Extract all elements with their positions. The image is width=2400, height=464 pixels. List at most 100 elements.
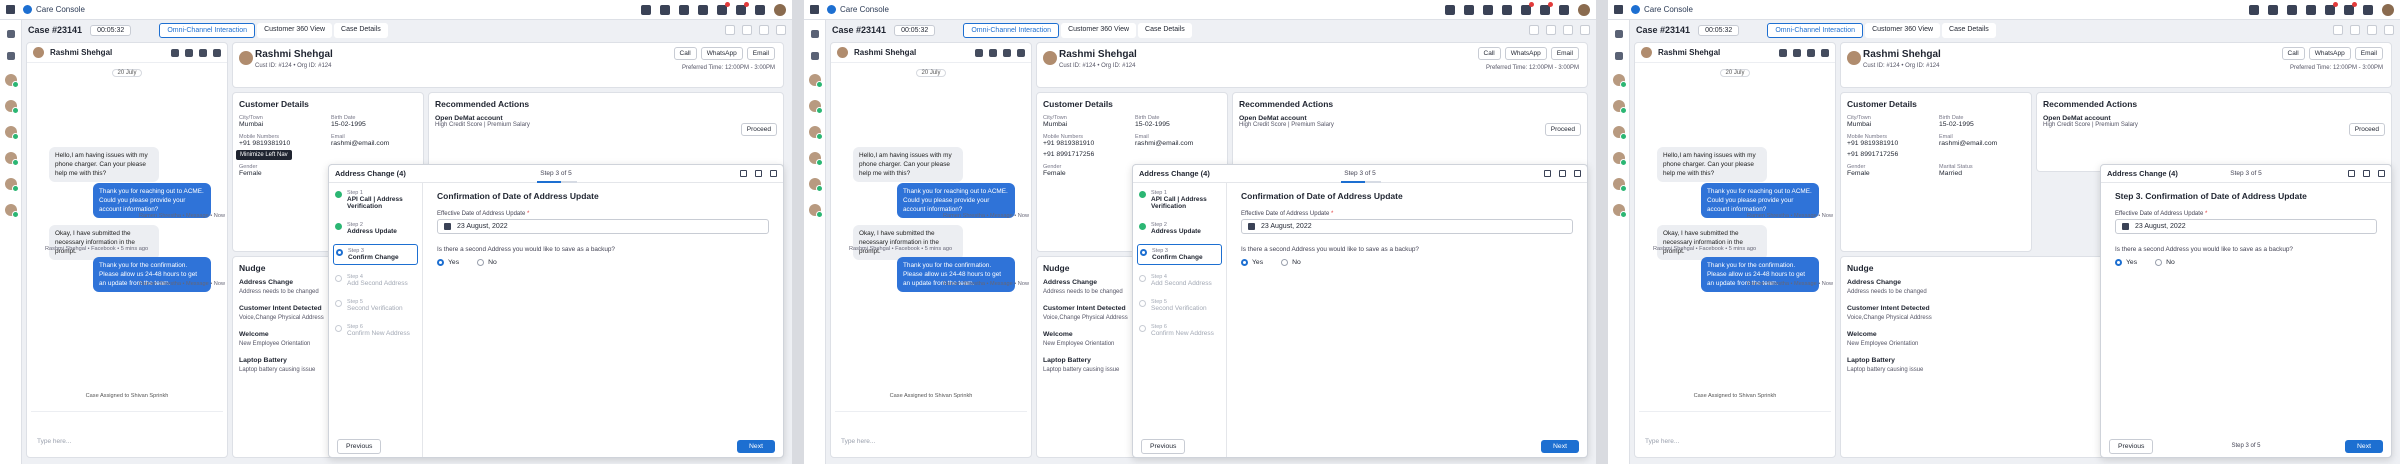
details-title[interactable]: Customer Details bbox=[1043, 99, 1221, 109]
queue-avatar[interactable] bbox=[808, 178, 823, 192]
search-icon[interactable] bbox=[1614, 52, 1623, 60]
step-item[interactable]: Step 4 Add Second Address bbox=[1137, 271, 1222, 290]
radio-yes[interactable]: Yes bbox=[1241, 259, 1263, 266]
chat-composer[interactable]: Type here... bbox=[1639, 411, 1831, 453]
transfer-icon[interactable] bbox=[725, 25, 735, 35]
refresh-icon[interactable] bbox=[759, 25, 769, 35]
tab-360[interactable]: Customer 360 View bbox=[257, 22, 333, 38]
calendar-icon[interactable] bbox=[679, 4, 689, 15]
queue-avatar[interactable] bbox=[808, 100, 823, 114]
next-button[interactable]: Next bbox=[737, 439, 775, 453]
apps-icon[interactable] bbox=[2268, 4, 2278, 15]
refresh-icon[interactable] bbox=[199, 48, 207, 57]
queue-avatar[interactable] bbox=[808, 204, 823, 218]
edit-icon[interactable] bbox=[1546, 25, 1556, 35]
alert-icon[interactable] bbox=[736, 1, 749, 15]
proceed-button[interactable]: Proceed bbox=[2348, 123, 2385, 136]
case-id[interactable]: Case #23141 bbox=[832, 25, 886, 35]
queue-avatar[interactable] bbox=[1612, 100, 1627, 114]
message-input[interactable]: Type here... bbox=[1645, 438, 1679, 445]
app-brand[interactable]: Care Console bbox=[1631, 5, 1693, 14]
call-button[interactable]: Call bbox=[2281, 47, 2305, 60]
search-icon[interactable] bbox=[6, 52, 15, 60]
refresh-icon[interactable] bbox=[2367, 25, 2377, 35]
modal-title[interactable]: Address Change (4) bbox=[2107, 169, 2178, 178]
next-button[interactable]: Next bbox=[1541, 439, 1579, 453]
tab-case-details[interactable]: Case Details bbox=[334, 22, 388, 38]
grid-icon[interactable] bbox=[6, 5, 15, 14]
edit-icon[interactable] bbox=[742, 25, 752, 35]
tab-360[interactable]: Customer 360 View bbox=[1865, 22, 1941, 38]
queue-avatar[interactable] bbox=[4, 126, 19, 140]
queue-avatar[interactable] bbox=[4, 178, 19, 192]
whatsapp-button[interactable]: WhatsApp bbox=[700, 47, 743, 60]
alert-icon[interactable] bbox=[1540, 1, 1553, 15]
more-icon[interactable] bbox=[1821, 48, 1829, 57]
phone-icon[interactable] bbox=[185, 48, 193, 57]
refresh-icon[interactable] bbox=[1807, 48, 1815, 57]
grid-icon[interactable] bbox=[810, 5, 819, 14]
radio-no[interactable]: No bbox=[1281, 259, 1301, 266]
email-button[interactable]: Email bbox=[746, 47, 775, 60]
proceed-button[interactable]: Proceed bbox=[740, 123, 777, 136]
tab-omni[interactable]: Omni-Channel Interaction bbox=[159, 22, 256, 38]
tab-case-details[interactable]: Case Details bbox=[1942, 22, 1996, 38]
grid-icon[interactable] bbox=[1614, 5, 1623, 14]
date-field[interactable]: 23 August, 2022 bbox=[437, 219, 769, 234]
expand-icon[interactable] bbox=[1544, 170, 1551, 177]
search-icon[interactable] bbox=[810, 52, 819, 60]
search-icon[interactable] bbox=[2249, 4, 2259, 15]
grid-icon[interactable] bbox=[1614, 30, 1623, 38]
app-brand[interactable]: Care Console bbox=[23, 5, 85, 14]
date-field[interactable]: 23 August, 2022 bbox=[1241, 219, 1573, 234]
settings-icon[interactable] bbox=[1559, 4, 1569, 15]
video-icon[interactable] bbox=[1779, 48, 1787, 57]
more-icon[interactable] bbox=[1580, 25, 1590, 35]
refresh-icon[interactable] bbox=[1003, 48, 1011, 57]
transfer-icon[interactable] bbox=[2333, 25, 2343, 35]
close-icon[interactable] bbox=[1574, 170, 1581, 177]
settings-icon[interactable] bbox=[2363, 4, 2373, 15]
chat-composer[interactable]: Type here... bbox=[31, 411, 223, 453]
phone-icon[interactable] bbox=[989, 48, 997, 57]
case-id[interactable]: Case #23141 bbox=[1636, 25, 1690, 35]
transfer-icon[interactable] bbox=[1529, 25, 1539, 35]
queue-avatar[interactable] bbox=[4, 152, 19, 166]
modal-title[interactable]: Address Change (4) bbox=[335, 169, 406, 178]
grid-icon[interactable] bbox=[6, 30, 15, 38]
tab-case-details[interactable]: Case Details bbox=[1138, 22, 1192, 38]
queue-avatar[interactable] bbox=[808, 152, 823, 166]
step-item[interactable]: Step 1 API Call | Address Verification bbox=[1137, 187, 1222, 213]
queue-avatar[interactable] bbox=[1612, 74, 1627, 88]
more-icon[interactable] bbox=[2384, 25, 2394, 35]
expand-icon[interactable] bbox=[740, 170, 747, 177]
proceed-button[interactable]: Proceed bbox=[1544, 123, 1581, 136]
close-icon[interactable] bbox=[2378, 170, 2385, 177]
radio-no[interactable]: No bbox=[2155, 259, 2175, 266]
collapse-icon[interactable] bbox=[755, 170, 762, 177]
details-title[interactable]: Customer Details bbox=[1847, 99, 2025, 109]
collapse-icon[interactable] bbox=[2363, 170, 2370, 177]
chat-icon[interactable] bbox=[1502, 4, 1512, 15]
queue-avatar[interactable] bbox=[808, 126, 823, 140]
step-item[interactable]: Step 2 Address Update bbox=[333, 219, 418, 238]
email-button[interactable]: Email bbox=[2354, 47, 2383, 60]
edit-icon[interactable] bbox=[2350, 25, 2360, 35]
chat-composer[interactable]: Type here... bbox=[835, 411, 1027, 453]
step-item[interactable]: Step 2 Address Update bbox=[1137, 219, 1222, 238]
tab-omni[interactable]: Omni-Channel Interaction bbox=[1767, 22, 1864, 38]
message-input[interactable]: Type here... bbox=[841, 438, 875, 445]
call-button[interactable]: Call bbox=[673, 47, 697, 60]
chat-icon[interactable] bbox=[2306, 4, 2316, 15]
previous-button[interactable]: Previous bbox=[337, 438, 382, 454]
queue-avatar[interactable] bbox=[4, 100, 19, 114]
queue-avatar[interactable] bbox=[1612, 152, 1627, 166]
tab-360[interactable]: Customer 360 View bbox=[1061, 22, 1137, 38]
date-field[interactable]: 23 August, 2022 bbox=[2115, 219, 2377, 234]
whatsapp-button[interactable]: WhatsApp bbox=[1504, 47, 1547, 60]
settings-icon[interactable] bbox=[755, 4, 765, 15]
queue-avatar[interactable] bbox=[4, 204, 19, 218]
queue-avatar[interactable] bbox=[4, 74, 19, 88]
collapse-icon[interactable] bbox=[1559, 170, 1566, 177]
queue-avatar[interactable] bbox=[1612, 126, 1627, 140]
